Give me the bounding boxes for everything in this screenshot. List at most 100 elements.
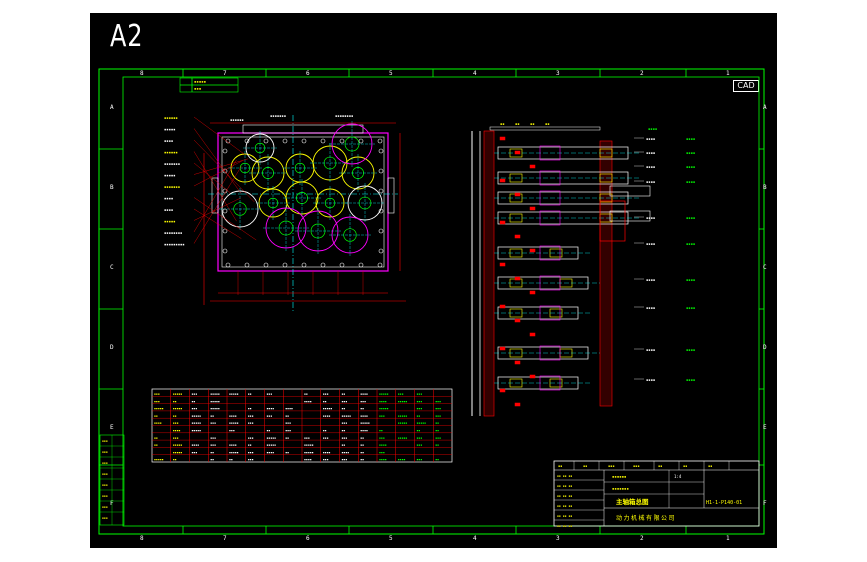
- row-label-left: B: [110, 184, 114, 191]
- parts-table-cell: ▪▪▪▪▪: [229, 392, 239, 396]
- spec-note: ▪▪▪▪: [646, 164, 655, 169]
- row-label-left: D: [110, 344, 114, 351]
- parts-table-cell: ▪▪: [323, 399, 327, 403]
- gearbox-left-lug: [211, 177, 219, 214]
- parts-table-cell: ▪▪▪: [192, 407, 198, 411]
- column-label-bottom: 3: [556, 535, 560, 542]
- parts-table-cell: ▪▪▪▪: [323, 414, 331, 418]
- parts-table-cell: ▪▪▪: [267, 414, 273, 418]
- leader-line: [193, 197, 257, 241]
- output-shaft: [609, 210, 651, 222]
- hatch-mark: [514, 360, 521, 365]
- spec-note: ▪▪▪▪: [646, 377, 655, 382]
- leader-label: ▪▪▪▪▪▪▪▪: [164, 230, 182, 235]
- spec-note-value: ▪▪▪▪: [686, 136, 695, 141]
- parts-table-cell: ▪▪▪: [417, 436, 423, 440]
- bolt-hole: [339, 262, 345, 268]
- parts-table-cell: ▪▪▪: [342, 421, 348, 425]
- spec-note: ▪▪▪▪: [646, 179, 655, 184]
- leader-label: ▪▪▪▪: [164, 196, 173, 201]
- column-label-top: 2: [640, 70, 644, 77]
- title-block-header: ▪▪: [558, 464, 562, 468]
- parts-table-cell: ▪▪▪: [417, 458, 423, 462]
- parts-table-cell: ▪▪▪▪▪: [210, 399, 220, 403]
- revision-block-text: ▪▪▪: [102, 450, 108, 454]
- bolt-hole: [339, 138, 345, 144]
- top-left-table-text: ▪▪▪: [194, 86, 201, 91]
- parts-table-cell: ▪▪▪▪▪: [379, 392, 389, 396]
- parts-table-cell: ▪▪: [285, 414, 289, 418]
- parts-table-cell: ▪▪▪▪▪: [267, 436, 277, 440]
- parts-table-cell: ▪▪▪: [248, 436, 254, 440]
- drawing-canvas: A2 CAD 8877665544332211AABBCCDDEEFF▪▪▪▪▪…: [90, 13, 777, 548]
- hatch-mark: [499, 136, 506, 141]
- revision-block-text: ▪▪▪: [102, 516, 108, 520]
- hatch-mark: [499, 178, 506, 183]
- row-label-right: D: [763, 344, 767, 351]
- title-block-sign: ▪▪ ▪▪ ▪▪: [557, 504, 572, 508]
- parts-table-cell: ▪▪▪▪: [379, 399, 387, 403]
- parts-table-cell: ▪▪▪: [379, 436, 385, 440]
- parts-table-cell: ▪▪▪: [173, 436, 179, 440]
- parts-table-cell: ▪▪▪▪▪: [192, 429, 202, 433]
- spec-note-value: ▪▪▪▪: [686, 277, 695, 282]
- parts-table-cell: ▪▪▪: [192, 450, 198, 454]
- bolt-hole: [378, 148, 384, 154]
- parts-table-cell: ▪▪: [285, 450, 289, 454]
- hatch-mark: [529, 290, 536, 295]
- section-top-label: ▪▪: [500, 121, 505, 126]
- parts-table-cell: ▪▪: [360, 450, 364, 454]
- parts-table-cell: ▪▪▪▪▪: [398, 421, 408, 425]
- spec-note-value: ▪▪▪▪: [686, 347, 695, 352]
- title-block-header: ▪▪: [583, 464, 587, 468]
- parts-table-cell: ▪▪▪▪▪: [173, 443, 183, 447]
- hatch-mark: [514, 234, 521, 239]
- parts-table-cell: ▪▪▪▪: [360, 429, 368, 433]
- gearbox-top-flange: [242, 124, 364, 134]
- bolt-hole: [222, 148, 228, 154]
- parts-table-cell: ▪▪: [435, 458, 439, 462]
- parts-table-cell: ▪▪: [267, 429, 271, 433]
- hatch-mark: [514, 318, 521, 323]
- column-label-bottom: 4: [473, 535, 477, 542]
- section-top-plate: [489, 126, 601, 131]
- title-block-header: ▪▪▪: [633, 464, 640, 468]
- parts-table-cell: ▪▪▪▪▪: [192, 414, 202, 418]
- bolt-hole: [263, 262, 269, 268]
- parts-table-cell: ▪▪▪: [360, 399, 366, 403]
- parts-table-cell: ▪▪▪: [342, 436, 348, 440]
- bolt-hole: [222, 248, 228, 254]
- spec-note-value: ▪▪▪▪: [686, 377, 695, 382]
- top-label: ▪▪▪▪▪▪▪▪: [335, 113, 353, 118]
- parts-table-cell: ▪▪: [342, 407, 346, 411]
- parts-table-cell: ▪▪▪▪: [398, 458, 406, 462]
- parts-table-cell: ▪▪▪: [192, 392, 198, 396]
- hatch-mark: [499, 262, 506, 267]
- bolt-hole: [378, 228, 384, 234]
- parts-table-cell: ▪▪▪▪▪: [210, 407, 220, 411]
- output-shaft: [609, 185, 651, 197]
- section-top-label: ▪▪: [545, 121, 550, 126]
- bolt-hole: [282, 262, 288, 268]
- leader-label: ▪▪▪▪: [164, 138, 173, 143]
- parts-table-cell: ▪▪▪▪▪: [398, 436, 408, 440]
- spec-note: ▪▪▪▪: [646, 277, 655, 282]
- hatch-mark: [499, 388, 506, 393]
- hatch-mark: [514, 276, 521, 281]
- hatch-mark: [499, 220, 506, 225]
- spec-note-value: ▪▪▪▪: [686, 150, 695, 155]
- parts-table-cell: ▪▪▪: [379, 414, 385, 418]
- bolt-hole: [358, 138, 364, 144]
- bolt-hole: [320, 138, 326, 144]
- bolt-hole: [378, 248, 384, 254]
- row-label-left: A: [110, 104, 114, 111]
- bolt-hole: [377, 138, 383, 144]
- revision-block-text: ▪▪▪: [102, 461, 108, 465]
- parts-table-cell: ▪▪: [248, 443, 252, 447]
- title-block-header: ▪▪▪: [608, 464, 615, 468]
- parts-table-cell: ▪▪▪▪▪: [229, 421, 239, 425]
- parts-table-cell: ▪▪▪: [267, 392, 273, 396]
- leader-label: ▪▪▪▪▪▪: [164, 150, 178, 155]
- hatch-mark: [499, 346, 506, 351]
- hatch-mark: [529, 206, 536, 211]
